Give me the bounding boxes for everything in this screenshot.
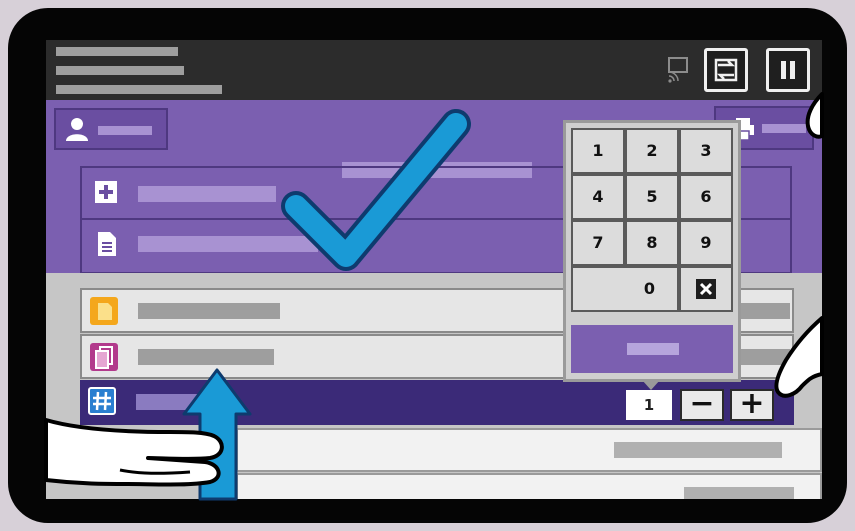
status-text-line: [56, 47, 178, 56]
option-row-value-line: [614, 442, 782, 458]
document-icon: [98, 232, 116, 256]
key-0[interactable]: 0: [571, 266, 679, 312]
key-6[interactable]: 6: [679, 174, 733, 220]
sides-icon: [90, 343, 118, 371]
key-8[interactable]: 8: [625, 220, 679, 266]
key-5[interactable]: 5: [625, 174, 679, 220]
key-7[interactable]: 7: [571, 220, 625, 266]
option-row-value-line: [684, 487, 794, 499]
numeric-keypad: 1 2 3 4 5 6 7 8 9 0: [563, 120, 741, 382]
quantity-hash-icon: [88, 387, 116, 415]
key-1[interactable]: 1: [571, 128, 625, 174]
add-row-label-line: [138, 186, 276, 202]
interrupt-icon: [714, 58, 738, 82]
keypad-ok-label-line: [627, 343, 679, 355]
print-label-line: [762, 124, 806, 133]
user-name-line: [98, 126, 152, 135]
screen-cast-icon[interactable]: [666, 56, 692, 84]
user-button[interactable]: [54, 108, 168, 150]
pause-button[interactable]: [766, 48, 810, 92]
status-bar: [46, 40, 822, 100]
key-4[interactable]: 4: [571, 174, 625, 220]
key-9[interactable]: 9: [679, 220, 733, 266]
interrupt-button[interactable]: [704, 48, 748, 92]
key-2[interactable]: 2: [625, 128, 679, 174]
decrement-button[interactable]: −: [680, 389, 724, 421]
plus-icon: [95, 181, 117, 203]
status-text-line: [56, 66, 184, 75]
backspace-button[interactable]: [679, 266, 733, 312]
backspace-x-icon: [696, 279, 716, 299]
option-row[interactable]: [236, 428, 822, 472]
keypad-ok-button[interactable]: [571, 325, 733, 373]
sides-label-line: [138, 349, 274, 365]
sides-value-line: [734, 349, 790, 365]
key-3[interactable]: 3: [679, 128, 733, 174]
increment-button[interactable]: +: [730, 389, 774, 421]
document-row-label-line: [138, 236, 318, 252]
option-row[interactable]: [236, 473, 822, 499]
paper-supply-value-line: [734, 303, 790, 319]
paper-supply-label-line: [138, 303, 280, 319]
pause-icon: [781, 61, 795, 79]
paper-supply-icon: [90, 297, 118, 325]
quantity-label-line: [136, 394, 200, 410]
quantity-value[interactable]: 1: [626, 390, 672, 420]
touch-screen: 1 − + 1 2 3 4 5 6 7 8 9 0: [46, 40, 822, 499]
status-text-line: [56, 85, 222, 94]
user-icon: [66, 118, 88, 141]
